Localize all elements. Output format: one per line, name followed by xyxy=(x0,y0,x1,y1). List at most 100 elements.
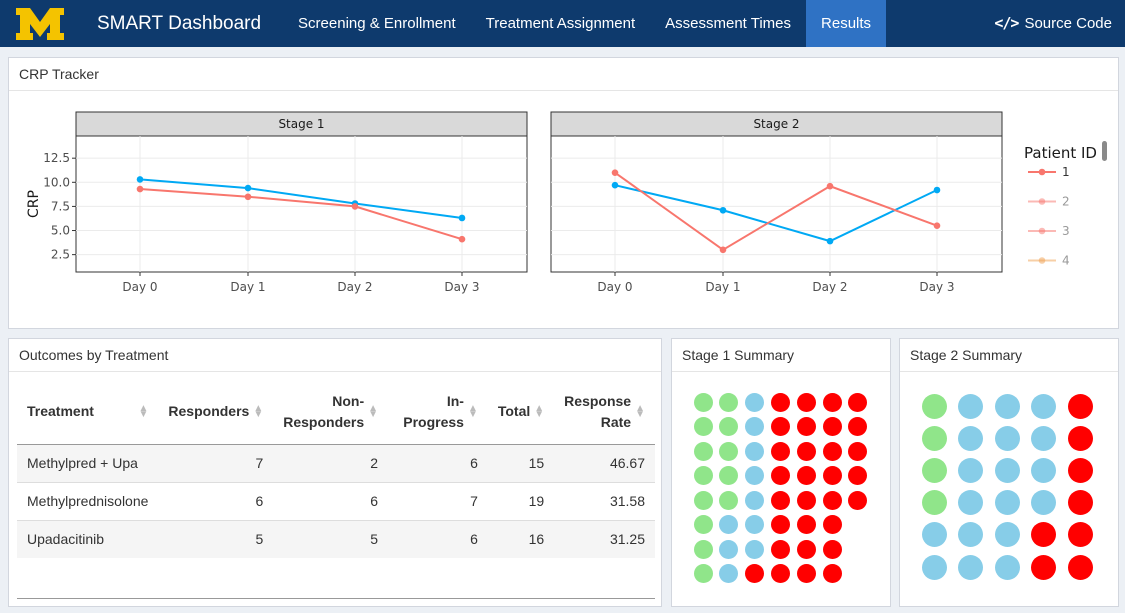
top-navbar: SMART Dashboard Screening & Enrollment Tr… xyxy=(0,0,1125,47)
column-header-label: Total xyxy=(497,403,531,420)
table-row[interactable]: Methylprednisolone 6 6 7 19 31.58 xyxy=(17,482,655,521)
participant-dot-red xyxy=(848,490,868,510)
x-tick-label: Day 0 xyxy=(122,280,157,294)
participant-dot-red xyxy=(822,490,842,510)
column-header[interactable]: Non- Responders ▲ ▼ xyxy=(273,380,389,445)
participant-dot-red xyxy=(796,564,816,583)
value-cell: 15 xyxy=(487,444,555,483)
participant-dot-red xyxy=(1067,425,1093,451)
table-header-row: Treatment ▲ ▼ Responders ▲ ▼ Non- Responders ▲ ▼… xyxy=(17,380,655,445)
value-cell: 5 xyxy=(158,520,274,558)
column-header[interactable]: Responders ▲ ▼ xyxy=(158,380,274,445)
participant-dot-red xyxy=(770,564,790,583)
treatment-cell: Methylprednisolone xyxy=(17,482,159,521)
value-cell: 5 xyxy=(273,520,389,558)
participant-dot-red xyxy=(822,417,842,436)
participant-dot-red xyxy=(822,392,842,412)
block-m-logo-icon[interactable] xyxy=(0,0,80,47)
column-header-label: Response Rate xyxy=(564,392,632,430)
participant-dot-red xyxy=(745,564,765,583)
participant-dot-blue xyxy=(745,417,765,436)
participant-dot-red xyxy=(1031,554,1056,580)
sort-icon[interactable]: ▲ ▼ xyxy=(139,403,149,419)
table-row[interactable]: Methylpred + Upa 7 2 6 15 46.67 xyxy=(17,444,655,483)
table-row[interactable]: Upadacitinib 5 5 6 16 31.25 xyxy=(17,520,655,558)
y-tick-label: 7.5 xyxy=(51,199,70,213)
value-cell: 6 xyxy=(388,444,488,483)
data-point xyxy=(826,182,834,190)
participant-dot-blue xyxy=(745,515,765,534)
data-point xyxy=(933,222,941,230)
participant-dot-red xyxy=(848,466,868,485)
participant-dot-red xyxy=(796,392,816,412)
participant-dot-green xyxy=(693,417,713,436)
participant-dot-blue xyxy=(745,392,765,412)
legend-key-point xyxy=(1038,227,1046,235)
participant-dot-blue xyxy=(994,393,1020,419)
data-point xyxy=(826,237,834,245)
participant-dot-red xyxy=(770,515,790,534)
x-tick-label: Day 1 xyxy=(230,280,265,294)
column-header[interactable]: Response Rate ▲ ▼ xyxy=(554,380,655,445)
column-header[interactable]: In- Progress ▲ ▼ xyxy=(388,380,488,445)
legend-label: 1 xyxy=(1062,165,1070,179)
participant-dot-red xyxy=(848,417,868,436)
value-cell: 7 xyxy=(388,482,488,521)
value-cell: 19 xyxy=(487,482,555,521)
code-icon: </> xyxy=(994,14,1019,32)
participant-dot-red xyxy=(796,539,816,559)
participant-dot-red xyxy=(848,441,868,461)
data-point xyxy=(136,185,144,193)
nav-tab-treatment-assignment[interactable]: Treatment Assignment xyxy=(471,0,651,47)
participant-dot-green xyxy=(693,564,713,583)
participant-dot-green xyxy=(921,393,947,419)
participant-dot-red xyxy=(1031,522,1056,548)
outcomes-card: Outcomes by Treatment Treatment ▲ ▼ Respond… xyxy=(8,338,662,607)
participant-dot-blue xyxy=(1031,457,1056,483)
nav-tab-assessment-times[interactable]: Assessment Times xyxy=(650,0,806,47)
stage2-summary-card: Stage 2 Summary xyxy=(899,338,1119,607)
column-header[interactable]: Total ▲ ▼ xyxy=(487,380,555,445)
value-cell: 2 xyxy=(273,444,389,483)
source-code-link[interactable]: </> Source Code xyxy=(994,0,1125,47)
participant-dot-blue xyxy=(745,539,765,559)
value-cell: 6 xyxy=(273,482,389,521)
value-cell: 7 xyxy=(158,444,274,483)
participant-dot-green xyxy=(921,490,947,516)
dashboard-title[interactable]: SMART Dashboard xyxy=(80,0,283,47)
outcomes-title: Outcomes by Treatment xyxy=(9,339,661,372)
participant-dot-red xyxy=(770,466,790,485)
participant-dot-red xyxy=(822,564,842,583)
stage1-dot-grid xyxy=(672,339,890,606)
data-point xyxy=(719,206,727,214)
x-tick-label: Day 0 xyxy=(597,280,632,294)
value-cell: 31.58 xyxy=(554,482,655,521)
legend-key-point xyxy=(1038,168,1046,176)
participant-dot-red xyxy=(770,441,790,461)
x-tick-label: Day 1 xyxy=(705,280,740,294)
sort-icon[interactable]: ▲ ▼ xyxy=(253,403,263,419)
facet-label: Stage 2 xyxy=(753,117,799,131)
participant-dot-blue xyxy=(958,490,983,516)
participant-dot-red xyxy=(1067,554,1093,580)
participant-dot-blue xyxy=(958,457,983,483)
participant-dot-green xyxy=(693,392,713,412)
sort-icon[interactable]: ▲ ▼ xyxy=(635,403,645,419)
column-header[interactable]: Treatment ▲ ▼ xyxy=(17,380,159,445)
sort-icon[interactable]: ▲ ▼ xyxy=(468,403,478,419)
participant-dot-blue xyxy=(745,490,765,510)
crp-tracker-title: CRP Tracker xyxy=(9,58,1118,91)
plot-panel xyxy=(550,135,1003,273)
column-header-label: Non- Responders xyxy=(283,392,365,430)
nav-tab-screening-enrollment[interactable]: Screening & Enrollment xyxy=(283,0,471,47)
y-tick-label: 10.0 xyxy=(43,175,70,189)
nav-tab-results[interactable]: Results xyxy=(806,0,887,47)
participant-dot-green xyxy=(719,392,739,412)
sort-icon[interactable]: ▲ ▼ xyxy=(534,403,544,419)
participant-dot-blue xyxy=(921,522,947,548)
participant-dot-red xyxy=(770,417,790,436)
participant-dot-red xyxy=(822,539,842,559)
nav-tabs: Screening & Enrollment Treatment Assignme… xyxy=(283,0,887,47)
data-point xyxy=(458,235,466,243)
sort-icon[interactable]: ▲ ▼ xyxy=(368,403,378,419)
